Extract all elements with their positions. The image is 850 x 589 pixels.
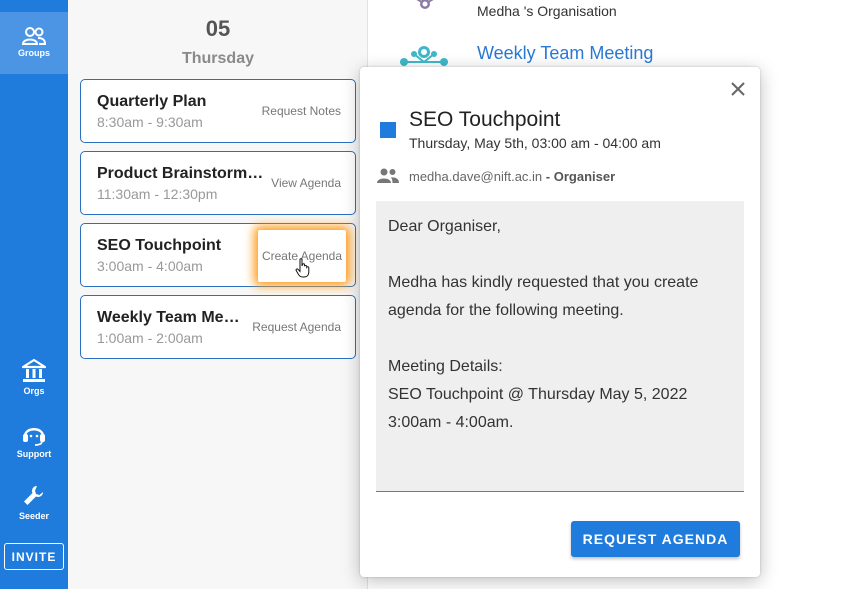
meeting-time: 3:00am - 4:00am <box>97 258 203 274</box>
view-agenda-link[interactable]: View Agenda <box>271 176 341 190</box>
meeting-title: Product Brainstorming <box>97 165 267 182</box>
meeting-time: 11:30am - 12:30pm <box>97 186 218 202</box>
message-line: SEO Touchpoint @ Thursday May 5, 2022 <box>388 386 688 403</box>
invite-button[interactable]: INVITE <box>4 543 64 570</box>
meeting-title: Weekly Team Meeting <box>97 309 242 326</box>
dialog-title: SEO Touchpoint <box>409 108 561 131</box>
headset-icon <box>23 428 45 446</box>
dialog-datetime: Thursday, May 5th, 03:00 am - 04:00 am <box>409 135 661 151</box>
message-greeting: Dear Organiser, <box>388 218 501 235</box>
sidebar: Groups Orgs Support Seeder INVITE <box>0 0 68 589</box>
hand-cursor-icon <box>295 258 310 278</box>
message-textarea[interactable]: Dear Organiser, Medha has kindly request… <box>376 201 744 492</box>
organisation-icon <box>416 0 434 9</box>
meeting-time: 1:00am - 2:00am <box>97 330 203 346</box>
meeting-title: SEO Touchpoint <box>97 237 222 254</box>
app-root: Groups Orgs Support Seeder INVITE 05 Thu… <box>0 0 850 589</box>
meeting-time: 8:30am - 9:30am <box>97 114 203 130</box>
meeting-card[interactable]: Quarterly Plan 8:30am - 9:30am Request N… <box>80 79 356 143</box>
sidebar-item-seeder[interactable]: Seeder <box>0 483 68 527</box>
meeting-link[interactable]: Weekly Team Meeting <box>477 43 653 64</box>
day-column: 05 Thursday Quarterly Plan 8:30am - 9:30… <box>68 0 368 589</box>
request-notes-link[interactable]: Request Notes <box>262 104 341 118</box>
sidebar-item-label: Groups <box>17 48 50 58</box>
close-icon[interactable] <box>728 79 748 99</box>
message-details-label: Meeting Details: <box>388 358 503 375</box>
meeting-card[interactable]: Weekly Team Meeting 1:00am - 2:00am Requ… <box>80 295 356 359</box>
sidebar-item-support[interactable]: Support <box>0 421 68 465</box>
groups-icon <box>21 27 47 45</box>
meeting-dialog: SEO Touchpoint Thursday, May 5th, 03:00 … <box>360 67 760 577</box>
meeting-color-square <box>380 122 396 138</box>
request-agenda-link[interactable]: Request Agenda <box>252 320 341 334</box>
organiser-info: medha.dave@nift.ac.in - Organiser <box>409 169 615 184</box>
organisation-name: Medha 's Organisation <box>477 3 617 19</box>
meeting-card[interactable]: Product Brainstorming 11:30am - 12:30pm … <box>80 151 356 215</box>
organiser-email: medha.dave@nift.ac.in <box>409 169 543 184</box>
wrench-icon <box>24 486 43 505</box>
bank-icon <box>21 358 47 382</box>
request-agenda-button[interactable]: REQUEST AGENDA <box>571 521 740 557</box>
message-line: 3:00am - 4:00am. <box>388 414 514 431</box>
organiser-role: - Organiser <box>545 169 616 184</box>
day-name: Thursday <box>181 50 254 67</box>
day-number: 05 <box>205 16 231 41</box>
sidebar-item-orgs[interactable]: Orgs <box>0 358 68 402</box>
message-line: agenda for the following meeting. <box>388 302 624 319</box>
sidebar-item-groups[interactable]: Groups <box>0 12 68 74</box>
sidebar-item-label: Seeder <box>18 511 50 521</box>
people-icon <box>377 168 399 183</box>
sidebar-item-label: Support <box>16 449 52 459</box>
meeting-card[interactable]: SEO Touchpoint 3:00am - 4:00am Create Ag… <box>80 223 356 287</box>
message-line: Medha has kindly requested that you crea… <box>388 274 699 291</box>
meeting-title: Quarterly Plan <box>97 93 207 110</box>
sidebar-item-label: Orgs <box>23 386 45 396</box>
